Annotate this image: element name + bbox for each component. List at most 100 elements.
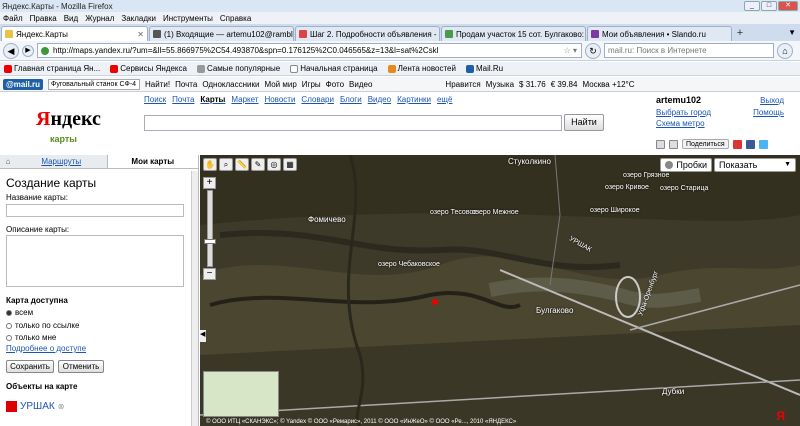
zoom-slider[interactable] xyxy=(203,190,216,267)
link-icon[interactable] xyxy=(669,139,678,149)
access-link-radio[interactable]: только по ссылке xyxy=(6,321,79,330)
tab-list-chevron-down-icon[interactable]: ▼ xyxy=(788,28,796,37)
zoom-in-button[interactable]: + xyxy=(203,177,216,189)
tab-slando[interactable]: Мои объявления • Slando.ru xyxy=(587,26,732,41)
tab-close-icon[interactable]: ✕ xyxy=(137,30,144,39)
maximize-button[interactable]: □ xyxy=(761,1,777,11)
maps-subtitle[interactable]: карты xyxy=(50,134,77,144)
bookmark-yandex-services[interactable]: Сервисы Яндекса xyxy=(110,64,187,73)
toolbar-find-button[interactable]: Найти! xyxy=(145,80,170,89)
toolbar-moy-mir[interactable]: Мой мир xyxy=(264,80,296,89)
sidebar-collapse-chevron-icon[interactable]: ◀ xyxy=(200,330,206,342)
facebook-icon[interactable] xyxy=(745,139,755,149)
minimize-button[interactable]: _ xyxy=(744,1,760,11)
print-icon[interactable] xyxy=(656,139,665,149)
zoom-out-button[interactable]: − xyxy=(203,268,216,280)
home-button[interactable]: ⌂ xyxy=(777,42,793,59)
toolbar-mail[interactable]: Почта xyxy=(175,80,197,89)
tab-routes[interactable]: Маршруты xyxy=(16,155,107,168)
share-button[interactable]: Поделиться xyxy=(682,139,729,149)
map-desc-textarea[interactable] xyxy=(6,235,184,287)
menu-help[interactable]: Справка xyxy=(220,14,251,23)
yandex-map-logo[interactable]: Я xyxy=(776,409,785,423)
menu-file[interactable]: Файл xyxy=(3,14,23,23)
label-lake-staritsa: озеро Старица xyxy=(660,185,709,192)
weather[interactable]: Москва +12°С xyxy=(582,80,634,89)
mailru-logo[interactable]: @mail.ru xyxy=(3,78,44,90)
nav-dictionaries[interactable]: Словари xyxy=(301,95,334,104)
tab-sale[interactable]: Продам участок 15 сот. Булгаково: ... xyxy=(441,26,586,41)
toolbar-music[interactable]: Музыка xyxy=(486,80,514,89)
twitter-icon[interactable] xyxy=(758,139,768,149)
metro-map-link[interactable]: Схема метро xyxy=(656,118,711,129)
map-search-input[interactable] xyxy=(144,115,562,131)
toolbar-odnoklassniki[interactable]: Одноклассники xyxy=(202,80,259,89)
tab-my-maps[interactable]: Мои карты xyxy=(106,155,198,168)
toolbar-photo[interactable]: Фото xyxy=(326,80,344,89)
nav-images[interactable]: Картинки xyxy=(397,95,431,104)
nav-mail[interactable]: Почта xyxy=(172,95,194,104)
toolbar-games[interactable]: Игры xyxy=(302,80,321,89)
layer-select[interactable]: Показать ▼ xyxy=(714,158,796,172)
nav-news[interactable]: Новости xyxy=(264,95,295,104)
yandex-logo[interactable]: Яндекс xyxy=(36,108,101,131)
magnifier-tool-icon[interactable]: ⌕ xyxy=(219,158,233,171)
cancel-button[interactable]: Отменить xyxy=(58,360,104,373)
traffic-button[interactable]: Пробки xyxy=(660,158,712,172)
web-search-input[interactable]: mail.ru: Поиск в Интернете xyxy=(604,43,774,58)
toolbar-video[interactable]: Видео xyxy=(349,80,372,89)
print-tool-icon[interactable]: ▦ xyxy=(283,158,297,171)
satellite-map[interactable]: ✋ ⌕ 📏 ✎ ◎ ▦ + − Пробки Показать ▼ Стукoлк… xyxy=(200,155,800,426)
menu-bookmarks[interactable]: Закладки xyxy=(121,14,156,23)
bookmark-news-feed[interactable]: Лента новостей xyxy=(387,64,456,73)
pencil-tool-icon[interactable]: ✎ xyxy=(251,158,265,171)
layers-tool-icon[interactable]: ◎ xyxy=(267,158,281,171)
bookmark-mailru[interactable]: Mail.Ru xyxy=(465,64,503,73)
nav-more[interactable]: ещё xyxy=(437,95,452,104)
zoom-slider-knob[interactable] xyxy=(203,239,216,244)
menu-edit[interactable]: Правка xyxy=(30,14,57,23)
new-tab-button[interactable]: + xyxy=(733,27,747,41)
tab-yandex-maps[interactable]: Яндекс.Карты ✕ xyxy=(1,26,148,41)
ruler-tool-icon[interactable]: 📏 xyxy=(235,158,249,171)
bookmark-yandex-home[interactable]: Главная страница Ян... xyxy=(4,64,100,73)
save-button[interactable]: Сохранить xyxy=(6,360,54,373)
toolbar-like[interactable]: Нравится xyxy=(445,80,480,89)
map-search-button[interactable]: Найти xyxy=(564,114,604,131)
reload-button[interactable]: ↻ xyxy=(585,42,601,59)
satellite-imagery xyxy=(200,155,800,426)
home-icon[interactable]: ⌂ xyxy=(0,155,16,168)
label-dubki: Дубки xyxy=(662,387,685,396)
menu-view[interactable]: Вид xyxy=(64,14,78,23)
back-button[interactable]: ◀ xyxy=(3,42,19,59)
nav-blogs[interactable]: Блоги xyxy=(340,95,362,104)
nav-search[interactable]: Поиск xyxy=(144,95,166,104)
bookmark-star-icon[interactable]: ☆ ▾ xyxy=(564,46,577,55)
tab-step2[interactable]: Шаг 2. Подробности объявления - ... xyxy=(295,26,440,41)
menu-tools[interactable]: Инструменты xyxy=(163,14,213,23)
map-object-item[interactable]: УРШАК ⊗ xyxy=(6,401,64,412)
map-name-input[interactable] xyxy=(6,204,184,217)
nav-market[interactable]: Маркет xyxy=(231,95,258,104)
access-all-radio[interactable]: всем xyxy=(6,308,33,317)
overview-minimap[interactable] xyxy=(203,371,279,417)
username[interactable]: artemu102 xyxy=(656,95,701,105)
url-bar[interactable]: http://maps.yandex.ru/?um=&ll=55.866975%… xyxy=(37,43,582,58)
object-delete-icon[interactable]: ⊗ xyxy=(58,402,65,411)
logout-link[interactable]: Выход xyxy=(753,95,784,107)
forward-button[interactable]: ▶ xyxy=(22,44,34,57)
hand-tool-icon[interactable]: ✋ xyxy=(203,158,217,171)
nav-video[interactable]: Видео xyxy=(368,95,391,104)
sidebar-scrollbar[interactable] xyxy=(191,171,198,426)
bookmark-popular[interactable]: Самые популярные xyxy=(196,64,280,73)
menu-history[interactable]: Журнал xyxy=(85,14,114,23)
bookmark-start-page[interactable]: Начальная страница xyxy=(290,64,378,73)
mail-share-icon[interactable] xyxy=(732,139,742,149)
tab-inbox[interactable]: (1) Входящие — artemu102@rambler.... xyxy=(149,26,294,41)
help-link[interactable]: Помощь xyxy=(753,107,784,119)
access-more-link[interactable]: Подробнее о доступе xyxy=(6,344,86,353)
choose-city-link[interactable]: Выбрать город xyxy=(656,107,711,118)
close-button[interactable]: ✕ xyxy=(778,1,798,11)
toolbar-search-input[interactable]: Фуговальный станок СФ-4 xyxy=(48,78,141,90)
access-me-radio[interactable]: только мне xyxy=(6,333,56,342)
